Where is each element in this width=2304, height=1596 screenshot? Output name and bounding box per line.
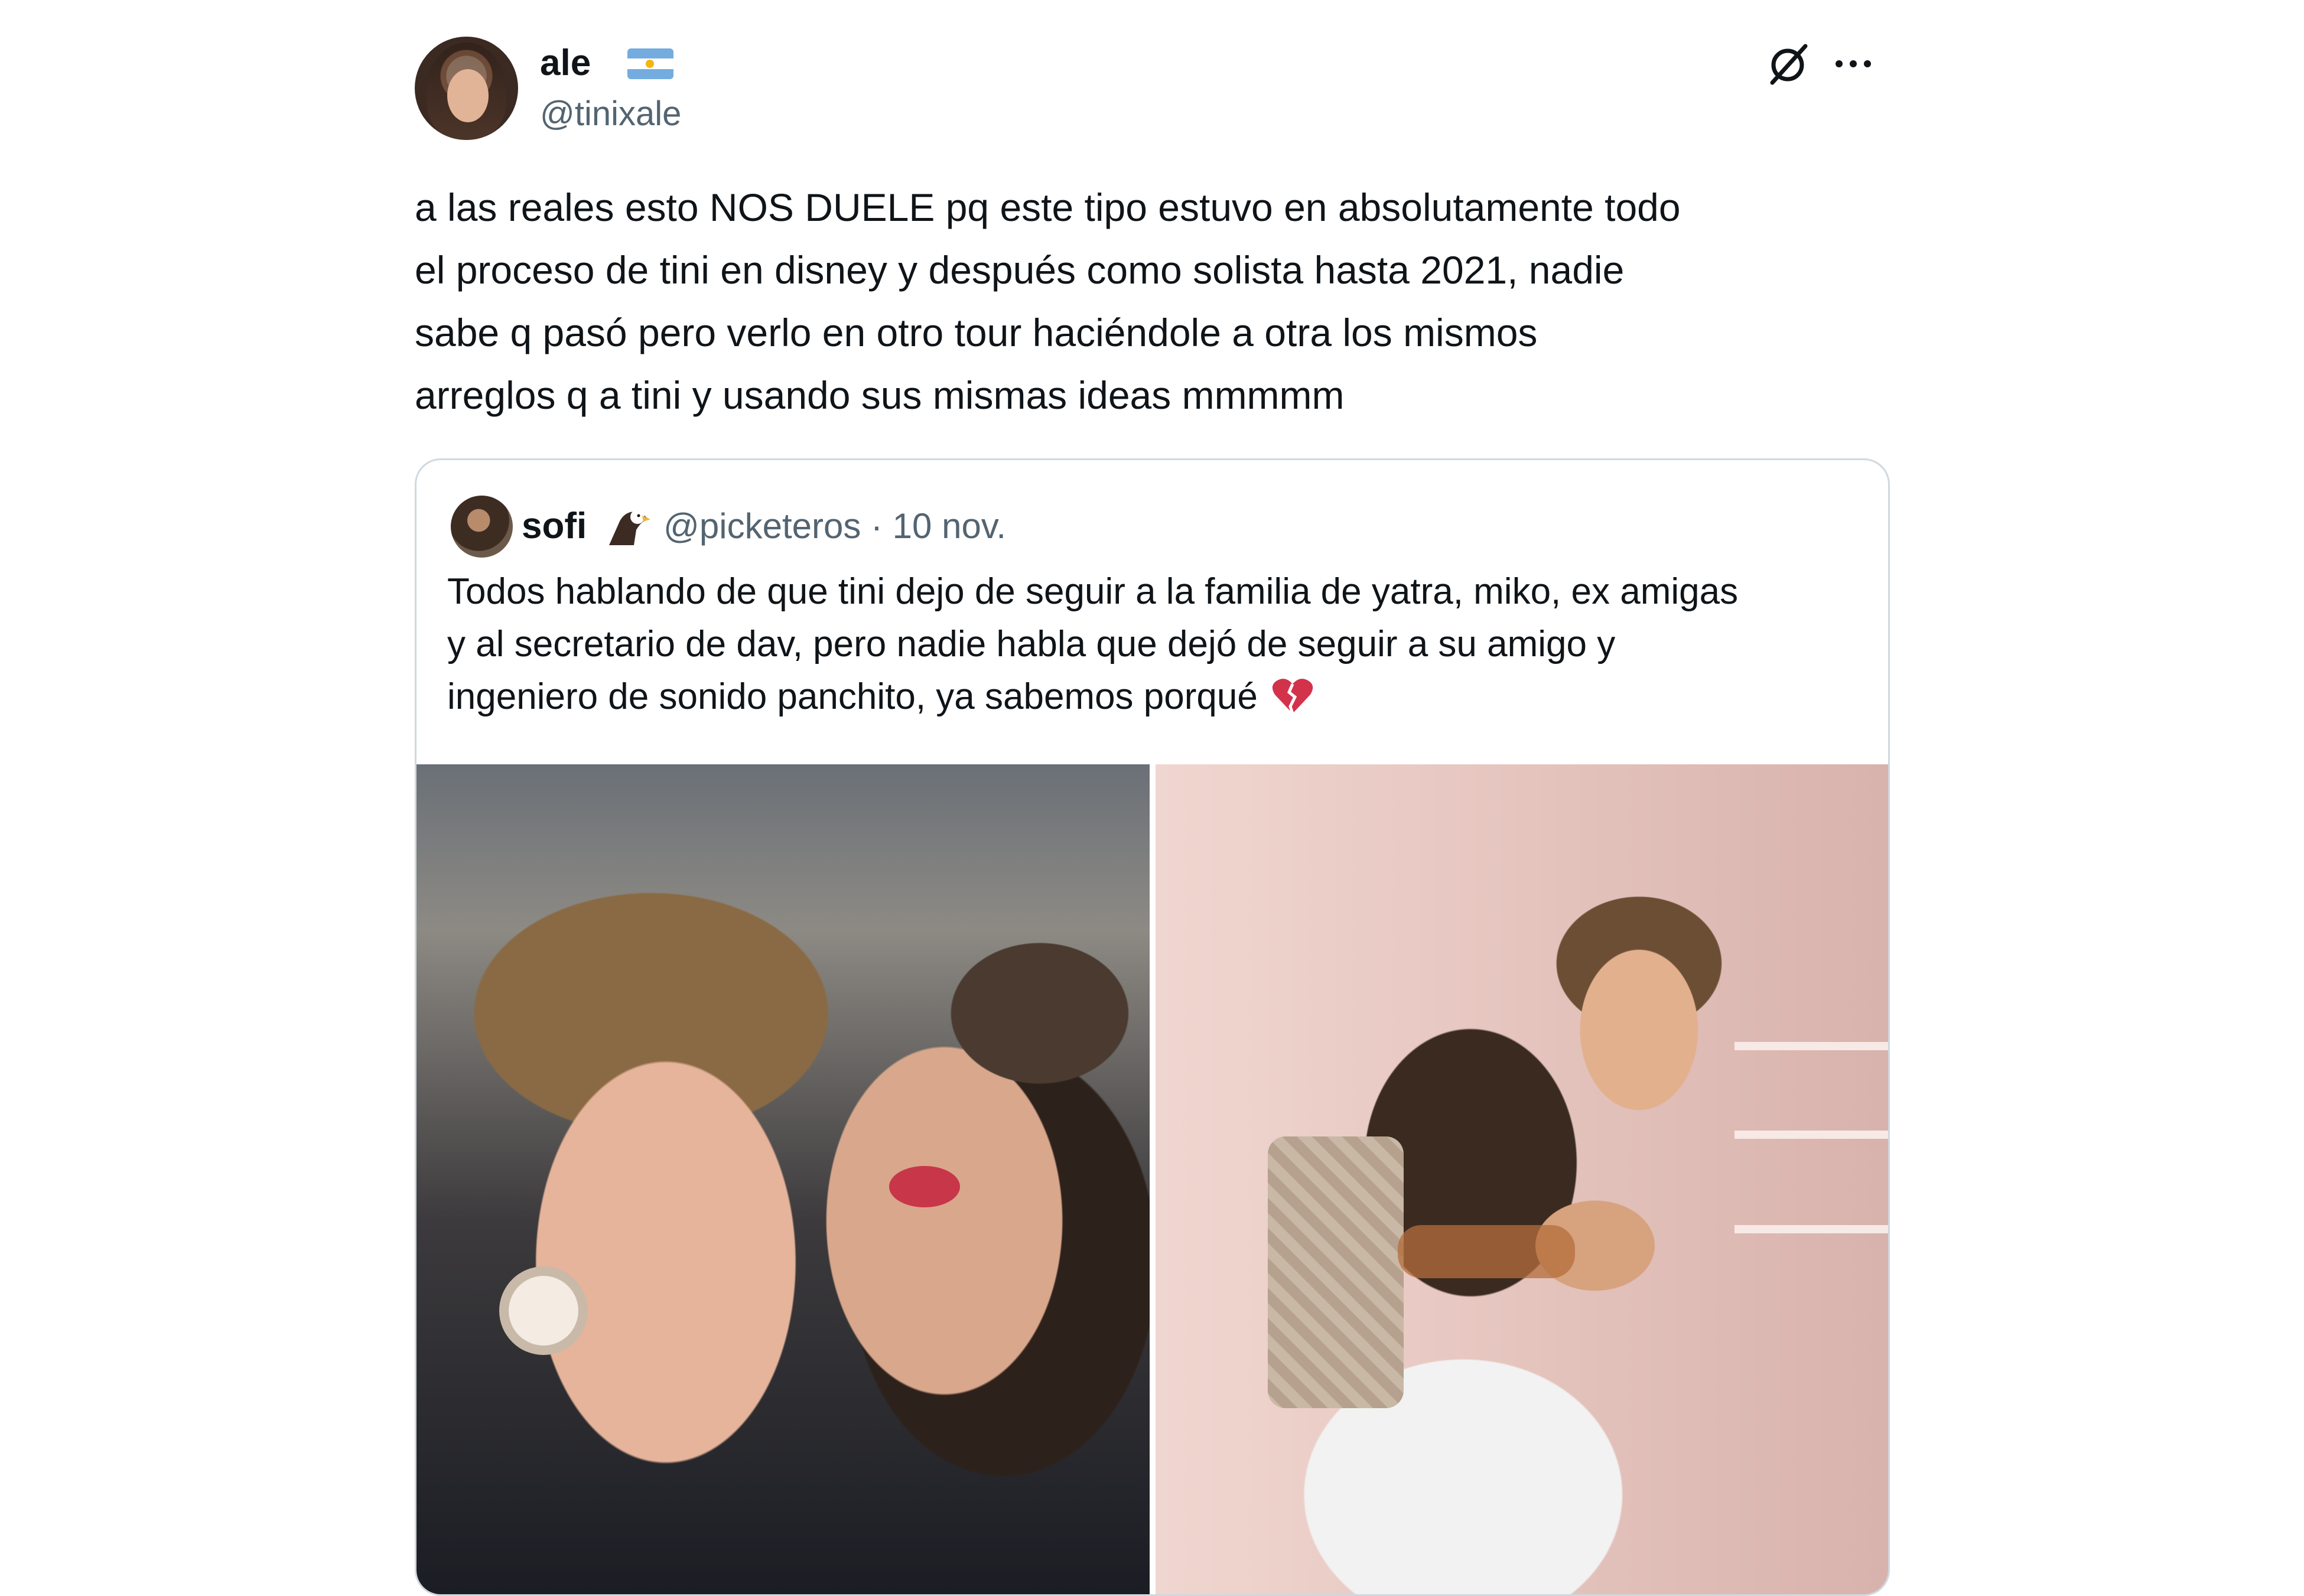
quoted-author-avatar [451, 496, 513, 558]
quoted-tweet-text: Todos hablando de que tini dejo de segui… [447, 565, 1865, 723]
quoted-handle-date: @picketeros · 10 nov. [663, 506, 1007, 546]
tweet-text: a las reales esto NOS DUELE pq este tipo… [415, 185, 1681, 417]
photo-mirror-selfie-store[interactable] [1155, 764, 1888, 1594]
quoted-author-display-name: sofi [522, 506, 587, 546]
more-options-icon[interactable] [1833, 53, 1874, 74]
eagle-emoji-icon [609, 510, 650, 545]
quoted-tweet[interactable]: sofi @picketeros · 10 nov. Todos habland… [415, 458, 1890, 1596]
broken-heart-emoji-icon [1272, 679, 1313, 714]
quoted-tweet-text-content: Todos hablando de que tini dejo de segui… [447, 571, 1739, 717]
grok-icon[interactable] [1766, 41, 1811, 86]
author-handle[interactable]: @tinixale [540, 93, 681, 135]
photo-selfie-street[interactable] [416, 764, 1150, 1594]
author-avatar[interactable] [415, 37, 518, 140]
author-display-name[interactable]: ale [540, 43, 591, 84]
quoted-media [416, 764, 1888, 1594]
tweet: ale @tinixale a las reales esto NOS DUEL… [415, 0, 1890, 1596]
argentina-flag-icon [627, 48, 673, 79]
